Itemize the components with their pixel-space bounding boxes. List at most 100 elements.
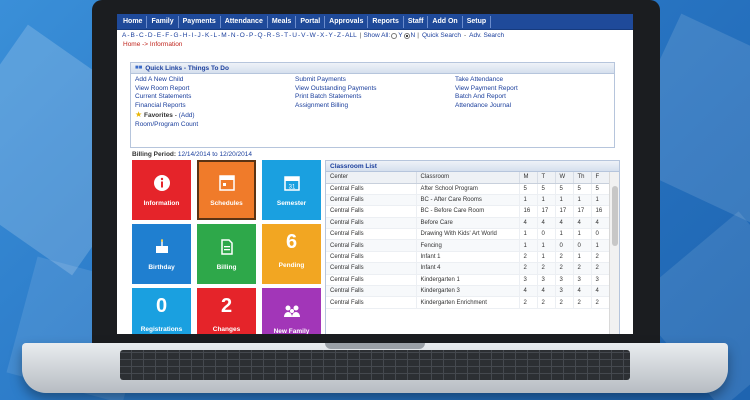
column-header-t[interactable]: T [537,172,556,184]
classroom-table: Center Classroom M T W Th F Central Falls After… [326,172,610,309]
birthday-cake-icon [153,236,171,258]
classroom-table-body: Central Falls After School Program 5 5 5 5 5 Ce… [326,183,610,309]
tile-birthday[interactable]: Birthday [132,224,191,284]
quick-link-current-statements[interactable]: Current Statements [135,93,295,102]
favorite-link-room-program-count[interactable]: Room/Program Count [131,121,614,128]
laptop-keyboard [120,350,630,380]
table-cell: 2 [555,262,574,275]
table-row[interactable]: Central Falls Drawing With Kids' Art Worl… [326,228,610,241]
classroom-list-header: Classroom List [326,161,619,172]
table-cell: 2 [555,251,574,264]
quick-links-grid: Add A New Child Submit Payments Take Atten… [131,74,614,110]
quick-link-take-attendance[interactable]: Take Attendance [455,76,615,85]
favorites-row: ★ Favorites - (Add) [135,110,195,119]
alphabet-link-all[interactable]: ALL [344,32,358,39]
quick-search-link[interactable]: Quick Search [421,32,462,39]
column-header-f[interactable]: F [591,172,610,184]
tile-semester[interactable]: 31 Semester [262,160,321,220]
table-cell: BC - After Care Rooms [416,194,520,207]
schedule-icon [218,172,236,194]
show-all-yes-radio[interactable] [391,32,398,39]
billing-start-date[interactable]: 12/14/2014 [178,151,211,158]
tile-label: Semester [276,200,307,207]
calendar-icon: 31 [283,172,301,194]
table-cell: 3 [555,285,574,298]
nav-item-reports[interactable]: Reports [368,15,404,28]
nav-item-family[interactable]: Family [147,15,179,28]
table-row[interactable]: Central Falls After School Program 5 5 5 5 5 [326,183,610,195]
tile-schedules[interactable]: Schedules [197,160,256,220]
quick-link-batch-and-report[interactable]: Batch And Report [455,93,615,102]
alphabet-link-n[interactable]: N [230,32,237,39]
alphabet-link-g[interactable]: G [172,32,179,39]
quick-link-add-a-new-child[interactable]: Add A New Child [135,76,295,85]
table-row[interactable]: Central Falls Kindergarten Enrichment 2 2 2 2… [326,296,610,309]
table-cell: Infant 4 [416,262,520,275]
tile-information[interactable]: Information [132,160,191,220]
column-header-w[interactable]: W [555,172,574,184]
table-row[interactable]: Central Falls Infant 121212 [326,251,610,264]
alphabet-link-o[interactable]: O [239,32,246,39]
table-cell: 17 [555,205,574,218]
quick-link-view-room-report[interactable]: View Room Report [135,85,295,94]
tile-changes[interactable]: 2 Changes [197,288,256,334]
show-all-label: Show All: [363,32,391,39]
table-cell: 2 [519,262,538,275]
nav-item-attendance[interactable]: Attendance [221,15,268,28]
tile-registrations[interactable]: 0 Registrations [132,288,191,334]
quick-link-view-outstanding-payments[interactable]: View Outstanding Payments [295,85,455,94]
column-header-center[interactable]: Center [326,172,417,184]
nav-item-approvals[interactable]: Approvals [325,15,369,28]
nav-item-payments[interactable]: Payments [179,15,221,28]
table-row[interactable]: Central Falls Kindergarten 344344 [326,285,610,298]
table-cell: Fencing [416,239,520,252]
table-row[interactable]: Central Falls Fencing 1 1 0 0 1 [326,239,610,252]
favorites-add-link[interactable]: (Add) [179,112,195,119]
tile-count: 0 [155,295,168,317]
nav-item-portal[interactable]: Portal [296,15,326,28]
alphabet-link-c[interactable]: C [138,32,145,39]
table-cell: 4 [537,217,556,230]
table-cell: 4 [573,217,592,230]
column-header-m[interactable]: M [519,172,538,184]
billing-end-date[interactable]: 12/20/2014 [219,151,252,158]
alphabet-link-d[interactable]: D [147,32,154,39]
table-cell: Central Falls [326,217,417,230]
alphabet-link-q[interactable]: Q [257,32,264,39]
nav-item-staff[interactable]: Staff [404,15,429,28]
tile-label: Registrations [140,326,183,333]
quick-link-financial-reports[interactable]: Financial Reports [135,102,295,111]
table-cell: 5 [591,183,610,195]
column-header-th[interactable]: Th [573,172,592,184]
nav-item-meals[interactable]: Meals [268,15,297,28]
show-all-no-radio[interactable] [403,32,410,39]
table-row[interactable]: Central Falls BC - Before Care Room 16 17 17… [326,205,610,218]
table-row[interactable]: Central Falls Infant 422222 [326,262,610,275]
nav-item-add-on[interactable]: Add On [428,15,463,28]
nav-item-setup[interactable]: Setup [463,15,492,28]
show-all-yes-label: Y [398,32,403,39]
quick-link-view-payment-report[interactable]: View Payment Report [455,85,615,94]
quick-link-assignment-billing[interactable]: Assignment Billing [295,102,455,111]
classroom-scrollbar[interactable] [609,172,619,334]
alphabet-link-u[interactable]: U [291,32,298,39]
table-row[interactable]: Central Falls BC - After Care Rooms 1 1 1 1 1 [326,194,610,207]
table-row[interactable]: Central Falls Before Care 4 4 4 4 4 [326,217,610,230]
table-row[interactable]: Central Falls Kindergarten 133333 [326,274,610,287]
column-header-classroom[interactable]: Classroom [416,172,520,184]
table-cell: 17 [573,205,592,218]
tile-billing[interactable]: Billing [197,224,256,284]
alphabet-link-m[interactable]: M [220,32,227,39]
table-cell: 5 [519,183,538,195]
quick-link-submit-payments[interactable]: Submit Payments [295,76,455,85]
quick-link-attendance-journal[interactable]: Attendance Journal [455,102,615,111]
classroom-list-panel: Classroom List Center Classroom M T W Th F Cen… [325,160,620,334]
quick-link-print-batch-statements[interactable]: Print Batch Statements [295,93,455,102]
alphabet-link-w[interactable]: W [309,32,317,39]
tile-new-family[interactable]: New Family [262,288,321,334]
scrollbar-thumb[interactable] [612,186,618,246]
classroom-table-wrap: Center Classroom M T W Th F Central Falls After… [326,172,619,334]
advanced-search-link[interactable]: Adv. Search [468,32,505,39]
nav-item-home[interactable]: Home [119,15,148,28]
tile-pending[interactable]: 6 Pending [262,224,321,284]
